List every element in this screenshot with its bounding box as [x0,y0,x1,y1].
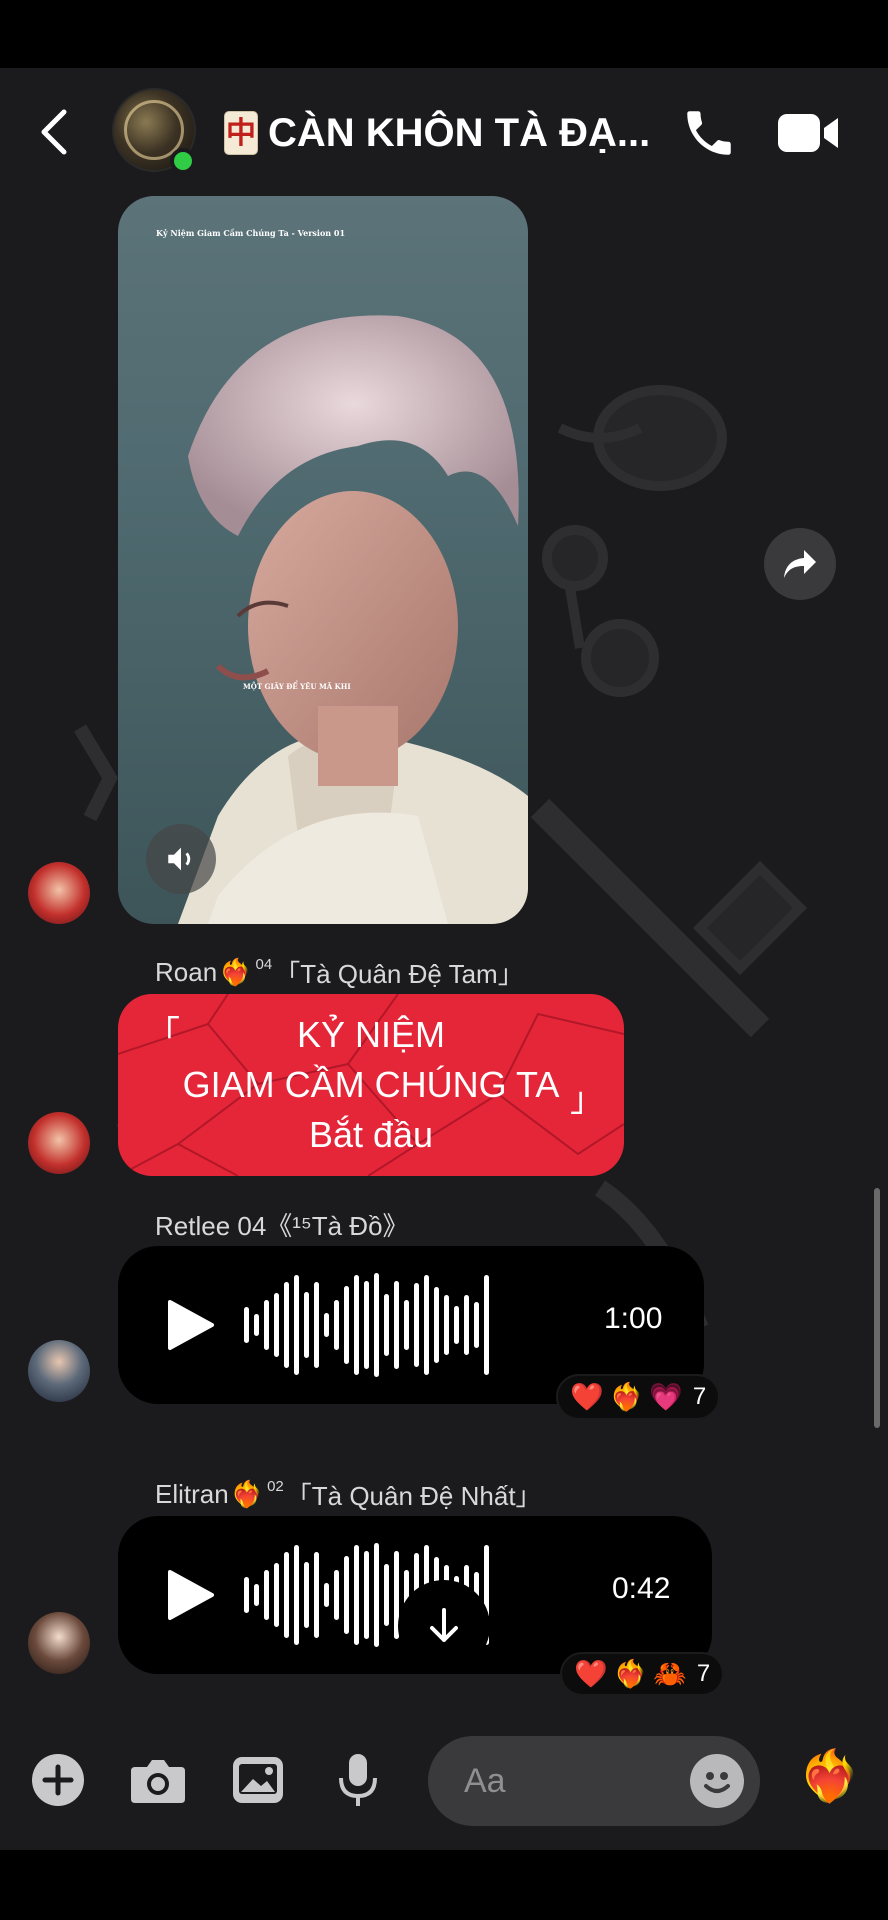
play-icon[interactable] [166,1298,216,1352]
red-heart-icon: ❤️ [574,1659,608,1689]
sender-avatar-roan[interactable] [28,1112,90,1174]
quick-reaction-button[interactable]: ❤️‍🔥 [798,1746,860,1806]
image-icon [233,1757,283,1803]
arrow-down-icon [430,1608,458,1642]
mahjong-icon: 中 [224,111,258,155]
red-card-line-2: GIAM CẦM CHÚNG TA [182,1064,560,1105]
heart-fire-icon: ❤️‍🔥 [613,1659,648,1689]
reaction-count: 7 [692,1383,707,1410]
pink-heart-icon: 💗 [649,1382,683,1412]
sender-avatar-retlee[interactable] [28,1340,90,1402]
chat-header: 中 CÀN KHÔN TÀ ĐẠ... [0,68,888,196]
phone-icon [687,111,731,155]
video-thumbnail [178,315,528,924]
voice-record-button[interactable] [328,1750,388,1810]
sender-name-roan: Roan ❤️‍🔥 04 「Tà Quân Đệ Tam」 [155,954,524,991]
video-message[interactable]: Kỷ Niệm Giam Cầm Chúng Ta - Version 01 M… [118,196,528,924]
sender-avatar-video[interactable] [28,862,90,924]
message-input-placeholder: Aa [464,1762,506,1800]
sender-avatar-elitran[interactable] [28,1612,90,1674]
reactions-bar-1[interactable]: ❤️ ❤️‍🔥 💗 7 [556,1374,721,1420]
sender-name-text: Elitran [155,1479,229,1509]
sender-name-elitran: Elitran ❤️‍🔥 02 「Tà Quân Đệ Nhất」 [155,1476,542,1513]
heart-fire-icon: ❤️‍🔥 [230,1479,264,1509]
emoji-button[interactable] [690,1754,744,1808]
audio-duration: 1:00 [604,1302,663,1335]
video-camera-icon [778,114,838,152]
video-caption-middle: MỘT GIÂY ĐỂ YÊU MÃ KHI [243,682,351,691]
status-bar [0,0,888,68]
audio-duration: 0:42 [612,1572,671,1605]
sender-name-text: Retlee 04《¹⁵Tà Đồ》 [155,1211,409,1241]
back-button[interactable] [32,104,76,160]
scroll-to-bottom-button[interactable] [398,1580,490,1672]
red-card-message[interactable]: 「 」 KỶ NIỆM GIAM CẦM CHÚNG TA Bắt đầu [118,994,624,1176]
red-card-text: KỶ NIỆM GIAM CẦM CHÚNG TA Bắt đầu [118,994,624,1176]
more-actions-button[interactable] [28,1750,88,1810]
audio-waveform [244,1271,489,1379]
sender-title: 「Tà Quân Đệ Tam」 [274,959,524,989]
sender-badge: 04 [255,956,273,973]
gallery-button[interactable] [228,1750,288,1810]
camera-button[interactable] [128,1750,188,1810]
message-composer: Aa ❤️‍🔥 [0,1714,888,1850]
voice-call-button[interactable] [680,104,738,162]
chat-title[interactable]: 中 CÀN KHÔN TÀ ĐẠ... [224,108,650,158]
chevron-left-icon [41,109,67,155]
plus-circle-icon [32,1754,84,1806]
smiley-icon [704,1772,730,1793]
crab-icon: 🦀 [653,1659,687,1689]
chat-screen: 中 CÀN KHÔN TÀ ĐẠ... Kỷ Niệm Giam Cầm Chú… [0,68,888,1850]
sender-title: 「Tà Quân Đệ Nhất」 [285,1481,542,1511]
red-heart-icon: ❤️ [570,1382,604,1412]
reactions-bar-2[interactable]: ❤️ ❤️‍🔥 🦀 7 [560,1652,725,1696]
scrollbar[interactable] [874,1188,880,1428]
speaker-icon [168,847,191,871]
video-sound-toggle[interactable] [146,824,216,894]
reaction-count: 7 [696,1660,711,1687]
chat-title-text: CÀN KHÔN TÀ ĐẠ... [268,110,651,155]
heart-fire-icon: ❤️‍🔥 [609,1382,644,1412]
red-card-line-1: KỶ NIỆM [296,1014,446,1055]
sender-name-text: Roan [155,957,218,987]
sender-name-retlee: Retlee 04《¹⁵Tà Đồ》 [155,1206,409,1243]
sender-badge: 02 [267,1478,284,1495]
video-call-button[interactable] [776,106,840,160]
heart-fire-icon: ❤️‍🔥 [219,957,252,987]
share-button[interactable] [764,528,836,600]
online-status-indicator [170,148,196,174]
message-input[interactable]: Aa [428,1736,760,1826]
share-arrow-icon [784,550,816,578]
microphone-icon [339,1754,377,1806]
play-icon[interactable] [166,1568,216,1622]
video-caption-top: Kỷ Niệm Giam Cầm Chúng Ta - Version 01 [156,228,346,238]
red-card-line-3: Bắt đầu [308,1114,434,1155]
home-indicator-bar [0,1850,888,1920]
camera-icon [131,1760,185,1803]
